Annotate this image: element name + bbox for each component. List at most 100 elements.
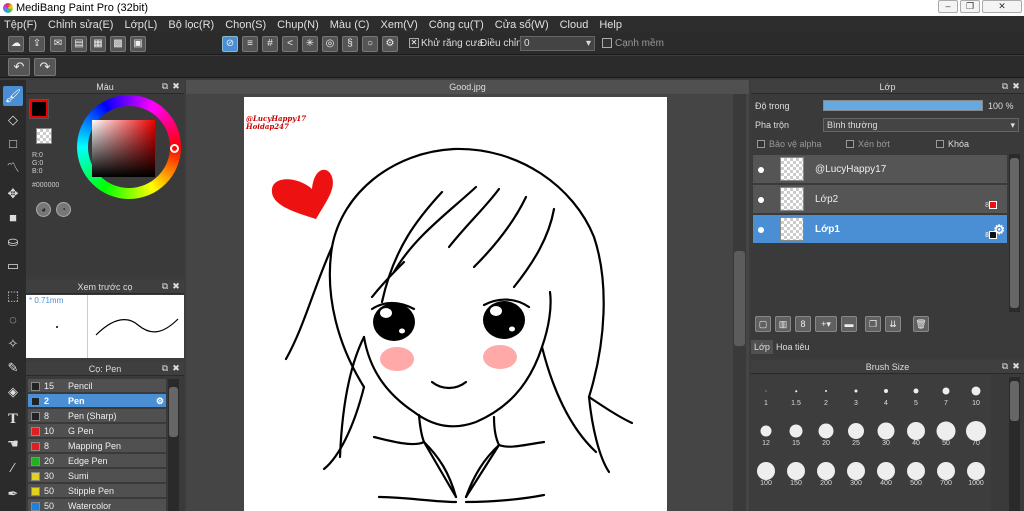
hand-tool-icon[interactable]: ☚	[3, 434, 23, 454]
brush-size-cell[interactable]: 3	[841, 379, 871, 409]
menu-snap[interactable]: Chụp(N)	[277, 19, 319, 31]
layer-row[interactable]: @LucyHappy17	[753, 155, 1007, 184]
select-tool-icon[interactable]: ⬚	[3, 286, 23, 306]
brush-item[interactable]: 8 Mapping Pen	[28, 439, 166, 453]
menu-edit[interactable]: Chỉnh sửa(E)	[48, 19, 113, 31]
brush-size-cell[interactable]: 5	[901, 379, 931, 409]
brush-size-cell[interactable]: 40	[901, 419, 931, 449]
move-tool-icon[interactable]: ✥	[3, 184, 23, 204]
menu-layer[interactable]: Lớp(L)	[124, 19, 157, 31]
menu-color[interactable]: Màu (C)	[330, 19, 370, 31]
saturation-value-square[interactable]	[92, 120, 155, 177]
adjust-select[interactable]: 0 ▾	[520, 36, 595, 51]
merge-layer-icon[interactable]: ⇊	[885, 316, 901, 332]
close-icon[interactable]: ✖	[171, 363, 181, 374]
select-pen-tool-icon[interactable]: ✎	[3, 358, 23, 378]
snap-parallel-icon[interactable]: ≡	[242, 36, 258, 52]
brush-item[interactable]: 10 G Pen	[28, 424, 166, 438]
brush-size-cell[interactable]: 12	[751, 419, 781, 449]
brush-size-cell[interactable]: 1.5	[781, 379, 811, 409]
snap-settings-icon[interactable]: ⚙	[382, 36, 398, 52]
menu-file[interactable]: Tệp(F)	[4, 19, 37, 31]
menu-window[interactable]: Cửa sổ(W)	[495, 19, 549, 31]
brush-item[interactable]: 30 Sumi	[28, 469, 166, 483]
brush-item[interactable]: 20 Edge Pen	[28, 454, 166, 468]
menu-select[interactable]: Chọn(S)	[225, 19, 266, 31]
brush-size-cell[interactable]: 25	[841, 419, 871, 449]
gear-icon[interactable]: ⚙	[156, 394, 164, 408]
cloud-icon[interactable]: ☁	[8, 36, 24, 52]
document-tab[interactable]: Good.jpg	[186, 80, 749, 94]
snap-vanish-icon[interactable]: <	[282, 36, 298, 52]
menu-view[interactable]: Xem(V)	[380, 19, 417, 31]
brush-size-cell[interactable]: 10	[961, 379, 991, 409]
hue-handle[interactable]	[170, 144, 179, 153]
brush-size-cell[interactable]: 70	[961, 419, 991, 449]
snap-concentric-icon[interactable]: ◎	[322, 36, 338, 52]
folder-icon[interactable]: ▬	[841, 316, 857, 332]
brush-size-scrollbar[interactable]	[1009, 377, 1020, 511]
close-icon[interactable]: ✖	[1011, 361, 1021, 372]
visibility-icon[interactable]	[758, 167, 764, 173]
close-icon[interactable]: ✖	[171, 281, 181, 292]
visibility-icon[interactable]	[758, 227, 764, 233]
menu-cloud[interactable]: Cloud	[560, 19, 589, 31]
new-halftone-layer-icon[interactable]: ▥	[775, 316, 791, 332]
undo-icon[interactable]: ↶	[8, 58, 30, 76]
brush-size-cell[interactable]: 4	[871, 379, 901, 409]
popout-icon[interactable]: ⧉	[1000, 361, 1010, 372]
snap-curve-icon[interactable]: §	[342, 36, 358, 52]
layer-row[interactable]: Lớp1 8 ⚙	[753, 215, 1007, 244]
menu-help[interactable]: Help	[599, 19, 622, 31]
eyedropper-tool-icon[interactable]: ⁄	[3, 458, 23, 478]
gear-icon[interactable]: ⚙	[993, 215, 1005, 244]
lasso-tool-icon[interactable]: ◌	[3, 310, 23, 330]
magic-wand-tool-icon[interactable]: ✧	[3, 334, 23, 354]
grid-page-icon[interactable]: ▩	[110, 36, 126, 52]
line-tool-icon[interactable]: 〽	[3, 158, 23, 178]
select-eraser-tool-icon[interactable]: ◈	[3, 382, 23, 402]
dot-tool-icon[interactable]: □	[3, 134, 23, 154]
lock-checkbox[interactable]	[936, 140, 944, 148]
palette-icon[interactable]: ◕	[36, 202, 51, 217]
gradient-tool-icon[interactable]: ▭	[3, 256, 23, 276]
blend-mode-select[interactable]: Bình thường ▾	[823, 118, 1019, 132]
comment-icon[interactable]: ✉	[50, 36, 66, 52]
clipping-checkbox[interactable]	[846, 140, 854, 148]
tab-layer[interactable]: Lớp	[751, 340, 773, 354]
brush-tool-icon[interactable]: 🖌	[3, 86, 23, 106]
popout-icon[interactable]: ⧉	[160, 363, 170, 374]
delete-layer-icon[interactable]: 🗑	[913, 316, 929, 332]
canvas-scrollbar[interactable]	[733, 94, 746, 511]
restore-button[interactable]: ❐	[960, 0, 980, 13]
brush-size-cell[interactable]: 300	[841, 459, 871, 489]
brush-size-cell[interactable]: 20	[811, 419, 841, 449]
add-layer-menu-icon[interactable]: +▾	[815, 316, 837, 332]
document-icon[interactable]: ▤	[71, 36, 87, 52]
fill-rect-tool-icon[interactable]: ■	[3, 208, 23, 228]
layer-list-scrollbar[interactable]	[1009, 154, 1020, 312]
snap-circle-icon[interactable]: ○	[362, 36, 378, 52]
brush-size-cell[interactable]: 150	[781, 459, 811, 489]
brush-size-cell[interactable]: 7	[931, 379, 961, 409]
brush-list-scrollbar[interactable]	[168, 379, 179, 511]
brush-item[interactable]: 8 Pen (Sharp)	[28, 409, 166, 423]
redo-icon[interactable]: ↷	[34, 58, 56, 76]
close-window-button[interactable]: ✕	[982, 0, 1022, 13]
brush-size-cell[interactable]: 1000	[961, 459, 991, 489]
layer-row[interactable]: Lớp2 8	[753, 185, 1007, 214]
pen-tool-icon[interactable]: ✒	[3, 484, 23, 504]
new-layer-icon[interactable]: ▢	[755, 316, 771, 332]
text-tool-icon[interactable]: T	[3, 410, 23, 430]
upload-icon[interactable]: ⇪	[29, 36, 45, 52]
palette-settings-icon[interactable]: ◔	[56, 202, 71, 217]
brush-size-cell[interactable]: 30	[871, 419, 901, 449]
brush-item[interactable]: 50 Watercolor	[28, 499, 166, 511]
brush-item[interactable]: 15 Pencil	[28, 379, 166, 393]
brush-size-cell[interactable]: 2	[811, 379, 841, 409]
antialias-checkbox[interactable]: ✕	[409, 38, 419, 48]
drawing-canvas[interactable]: @LucyHappy17 Hoidap247	[244, 97, 667, 511]
popout-icon[interactable]: ⧉	[160, 281, 170, 292]
brush-size-cell[interactable]: 500	[901, 459, 931, 489]
soft-edge-checkbox[interactable]	[602, 38, 612, 48]
